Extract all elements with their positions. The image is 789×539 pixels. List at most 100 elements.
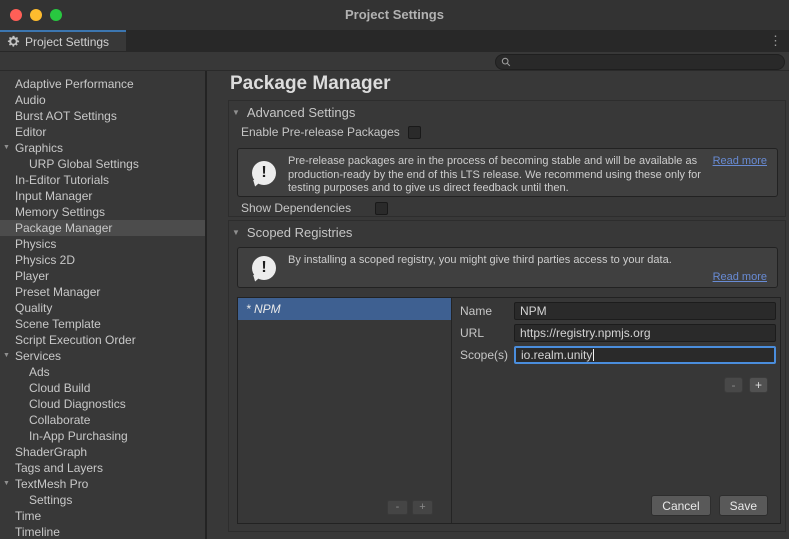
- toolbar: [0, 52, 789, 71]
- sidebar-item-adaptive-performance[interactable]: ▼ Adaptive Performance: [0, 76, 205, 92]
- sidebar-item-physics-2d[interactable]: ▼ Physics 2D: [0, 252, 205, 268]
- sidebar-item-burst-aot-settings[interactable]: ▼ Burst AOT Settings: [0, 108, 205, 124]
- scoped-registries-section: ▼ Scoped Registries ! By installing a sc…: [228, 220, 786, 532]
- form-action-buttons: Cancel Save: [651, 495, 768, 516]
- url-value: https://registry.npmjs.org: [520, 326, 651, 340]
- tab-label: Project Settings: [25, 35, 109, 49]
- registry-list-buttons: - +: [387, 500, 433, 515]
- read-more-link[interactable]: Read more: [713, 155, 767, 167]
- url-field[interactable]: https://registry.npmjs.org: [514, 324, 776, 342]
- registry-form: Name NPM URL https://registry.npmjs.org …: [452, 298, 780, 523]
- foldout-arrow-icon: ▼: [232, 108, 240, 117]
- sidebar-item-urp-global-settings[interactable]: ▼ URP Global Settings: [0, 156, 205, 172]
- sidebar-item-label: In-App Purchasing: [29, 429, 128, 443]
- sidebar-item-package-manager[interactable]: ▼ Package Manager: [0, 220, 205, 236]
- sidebar-item-label: URP Global Settings: [29, 157, 139, 171]
- text-cursor: [593, 349, 594, 361]
- advanced-settings-foldout[interactable]: ▼ Advanced Settings: [232, 105, 355, 120]
- remove-registry-button[interactable]: -: [387, 500, 408, 515]
- settings-content: Package Manager ▼ Advanced Settings Enab…: [209, 71, 789, 539]
- sidebar-item-graphics[interactable]: ▼ Graphics: [0, 140, 205, 156]
- sidebar-item-timeline[interactable]: ▼ Timeline: [0, 524, 205, 539]
- sidebar-item-physics[interactable]: ▼ Physics: [0, 236, 205, 252]
- sidebar-item-label: Adaptive Performance: [15, 77, 134, 91]
- sidebar-item-label: In-Editor Tutorials: [15, 173, 109, 187]
- sidebar-item-label: Memory Settings: [15, 205, 105, 219]
- sidebar-item-in-app-purchasing[interactable]: ▼ In-App Purchasing: [0, 428, 205, 444]
- sidebar-item-label: Timeline: [15, 525, 60, 539]
- tab-project-settings[interactable]: Project Settings: [0, 30, 126, 51]
- scoped-registry-info-text: By installing a scoped registry, you mig…: [288, 254, 758, 268]
- sidebar-item-label: Graphics: [15, 141, 63, 155]
- search-input[interactable]: [514, 55, 779, 69]
- sidebar-item-script-execution-order[interactable]: ▼ Script Execution Order: [0, 332, 205, 348]
- name-label: Name: [460, 304, 514, 318]
- sidebar-item-label: Scene Template: [15, 317, 101, 331]
- sidebar-item-textmesh-pro[interactable]: ▼ TextMesh Pro: [0, 476, 205, 492]
- name-field[interactable]: NPM: [514, 302, 776, 320]
- save-button[interactable]: Save: [719, 495, 768, 516]
- sidebar-item-label: Input Manager: [15, 189, 92, 203]
- sidebar-item-label: Burst AOT Settings: [15, 109, 117, 123]
- foldout-arrow-icon[interactable]: ▼: [3, 144, 10, 151]
- sidebar-item-preset-manager[interactable]: ▼ Preset Manager: [0, 284, 205, 300]
- sidebar-item-label: Settings: [29, 493, 72, 507]
- scopes-label: Scope(s): [460, 348, 514, 362]
- sidebar-item-in-editor-tutorials[interactable]: ▼ In-Editor Tutorials: [0, 172, 205, 188]
- add-registry-button[interactable]: +: [412, 500, 433, 515]
- advanced-settings-section: ▼ Advanced Settings Enable Pre-release P…: [228, 100, 786, 217]
- sidebar-item-label: Physics: [15, 237, 56, 251]
- sidebar-item-memory-settings[interactable]: ▼ Memory Settings: [0, 204, 205, 220]
- sidebar-item-label: Editor: [15, 125, 46, 139]
- scopes-field[interactable]: io.realm.unity: [514, 346, 776, 364]
- window-title: Project Settings: [0, 7, 789, 22]
- sidebar-item-ads[interactable]: ▼ Ads: [0, 364, 205, 380]
- name-value: NPM: [520, 304, 547, 318]
- sidebar-item-cloud-build[interactable]: ▼ Cloud Build: [0, 380, 205, 396]
- sidebar-item-label: Cloud Build: [29, 381, 90, 395]
- sidebar-item-shadergraph[interactable]: ▼ ShaderGraph: [0, 444, 205, 460]
- prerelease-info-text: Pre-release packages are in the process …: [288, 155, 726, 196]
- sidebar-item-label: Services: [15, 349, 61, 363]
- foldout-arrow-icon[interactable]: ▼: [3, 352, 10, 359]
- sidebar-item-quality[interactable]: ▼ Quality: [0, 300, 205, 316]
- add-scope-button[interactable]: +: [749, 377, 768, 393]
- tab-bar: Project Settings ⋮: [0, 30, 789, 52]
- foldout-arrow-icon[interactable]: ▼: [3, 480, 10, 487]
- sidebar-item-input-manager[interactable]: ▼ Input Manager: [0, 188, 205, 204]
- remove-scope-button[interactable]: -: [724, 377, 743, 393]
- enable-prerelease-checkbox[interactable]: [408, 126, 421, 139]
- sidebar-item-time[interactable]: ▼ Time: [0, 508, 205, 524]
- sidebar-item-settings[interactable]: ▼ Settings: [0, 492, 205, 508]
- sidebar-item-collaborate[interactable]: ▼ Collaborate: [0, 412, 205, 428]
- sidebar-item-label: Tags and Layers: [15, 461, 103, 475]
- scoped-registries-foldout[interactable]: ▼ Scoped Registries: [232, 225, 352, 240]
- kebab-menu-icon[interactable]: ⋮: [769, 32, 782, 50]
- sidebar-item-label: Cloud Diagnostics: [29, 397, 126, 411]
- sidebar-item-tags-and-layers[interactable]: ▼ Tags and Layers: [0, 460, 205, 476]
- sidebar-item-label: Audio: [15, 93, 46, 107]
- sidebar-item-label: Time: [15, 509, 41, 523]
- sidebar-item-services[interactable]: ▼ Services: [0, 348, 205, 364]
- sidebar-item-label: Collaborate: [29, 413, 90, 427]
- scoped-registry-info-box: ! By installing a scoped registry, you m…: [237, 247, 778, 288]
- search-box[interactable]: [495, 54, 785, 70]
- sidebar-item-audio[interactable]: ▼ Audio: [0, 92, 205, 108]
- title-bar: Project Settings: [0, 0, 789, 31]
- search-icon: [501, 57, 511, 67]
- show-dependencies-checkbox[interactable]: [375, 202, 388, 215]
- page-title: Package Manager: [230, 73, 391, 95]
- gear-icon: [7, 35, 20, 48]
- registry-list-item-npm[interactable]: * NPM: [238, 298, 451, 320]
- sidebar-item-label: ShaderGraph: [15, 445, 87, 459]
- sidebar-item-editor[interactable]: ▼ Editor: [0, 124, 205, 140]
- show-dependencies-label: Show Dependencies: [241, 201, 351, 215]
- warning-icon: !: [252, 161, 276, 185]
- sidebar-item-label: Preset Manager: [15, 285, 100, 299]
- read-more-link[interactable]: Read more: [713, 271, 767, 283]
- sidebar-item-cloud-diagnostics[interactable]: ▼ Cloud Diagnostics: [0, 396, 205, 412]
- prerelease-info-box: ! Pre-release packages are in the proces…: [237, 148, 778, 197]
- sidebar-item-scene-template[interactable]: ▼ Scene Template: [0, 316, 205, 332]
- cancel-button[interactable]: Cancel: [651, 495, 710, 516]
- sidebar-item-player[interactable]: ▼ Player: [0, 268, 205, 284]
